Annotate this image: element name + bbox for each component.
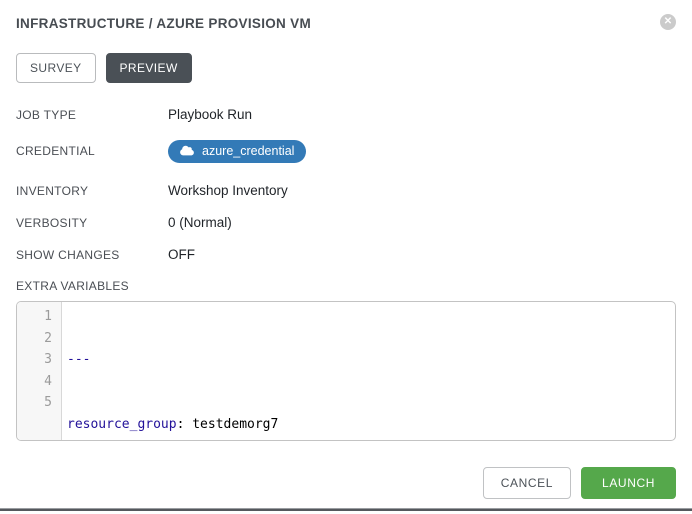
line-number: 2	[17, 328, 52, 350]
detail-row-verbosity: VERBOSITY 0 (Normal)	[16, 215, 676, 230]
verbosity-label: VERBOSITY	[16, 216, 168, 230]
modal-header: INFRASTRUCTURE / AZURE PROVISION VM ✕	[16, 14, 676, 31]
inventory-label: INVENTORY	[16, 184, 168, 198]
detail-row-credential: CREDENTIAL azure_credential	[16, 139, 676, 163]
tab-survey[interactable]: SURVEY	[16, 53, 96, 83]
close-icon[interactable]: ✕	[660, 14, 676, 30]
show-changes-label: SHOW CHANGES	[16, 248, 168, 262]
editor-code-area[interactable]: --- resource_group: testdemorg7 location…	[62, 302, 675, 440]
job-launch-preview-modal: INFRASTRUCTURE / AZURE PROVISION VM ✕ SU…	[0, 0, 692, 514]
line-number: 1	[17, 306, 52, 328]
line-number: 5	[17, 392, 52, 414]
show-changes-value: OFF	[168, 247, 195, 262]
credential-label: CREDENTIAL	[16, 144, 168, 158]
inventory-value: Workshop Inventory	[168, 183, 288, 198]
detail-row-inventory: INVENTORY Workshop Inventory	[16, 183, 676, 198]
credential-badge[interactable]: azure_credential	[168, 140, 306, 163]
cancel-button[interactable]: CANCEL	[483, 467, 571, 499]
yaml-key: resource_group	[67, 417, 177, 432]
launch-button[interactable]: LAUNCH	[581, 467, 676, 499]
window-bottom-edge	[0, 508, 692, 511]
extra-variables-editor[interactable]: 1 2 3 4 5 --- resource_group: testdemorg…	[16, 301, 676, 441]
cloud-icon	[180, 145, 194, 156]
tab-bar: SURVEY PREVIEW	[16, 53, 676, 83]
detail-row-job-type: JOB TYPE Playbook Run	[16, 107, 676, 122]
line-number: 3	[17, 349, 52, 371]
line-number: 4	[17, 371, 52, 393]
code-line: resource_group: testdemorg7	[67, 414, 675, 436]
modal-footer: CANCEL LAUNCH	[16, 467, 676, 499]
yaml-value: : testdemorg7	[177, 417, 279, 432]
verbosity-value: 0 (Normal)	[168, 215, 232, 230]
job-type-label: JOB TYPE	[16, 108, 168, 122]
code-line: ---	[67, 349, 675, 371]
yaml-key: ---	[67, 352, 90, 367]
extra-variables-label: EXTRA VARIABLES	[16, 279, 676, 293]
page-title: INFRASTRUCTURE / AZURE PROVISION VM	[16, 14, 311, 31]
job-type-value: Playbook Run	[168, 107, 252, 122]
credential-badge-label: azure_credential	[202, 144, 294, 158]
tab-preview[interactable]: PREVIEW	[106, 53, 192, 83]
detail-row-show-changes: SHOW CHANGES OFF	[16, 247, 676, 262]
editor-line-numbers: 1 2 3 4 5	[17, 302, 62, 440]
job-details: JOB TYPE Playbook Run CREDENTIAL azure_c…	[16, 107, 676, 262]
